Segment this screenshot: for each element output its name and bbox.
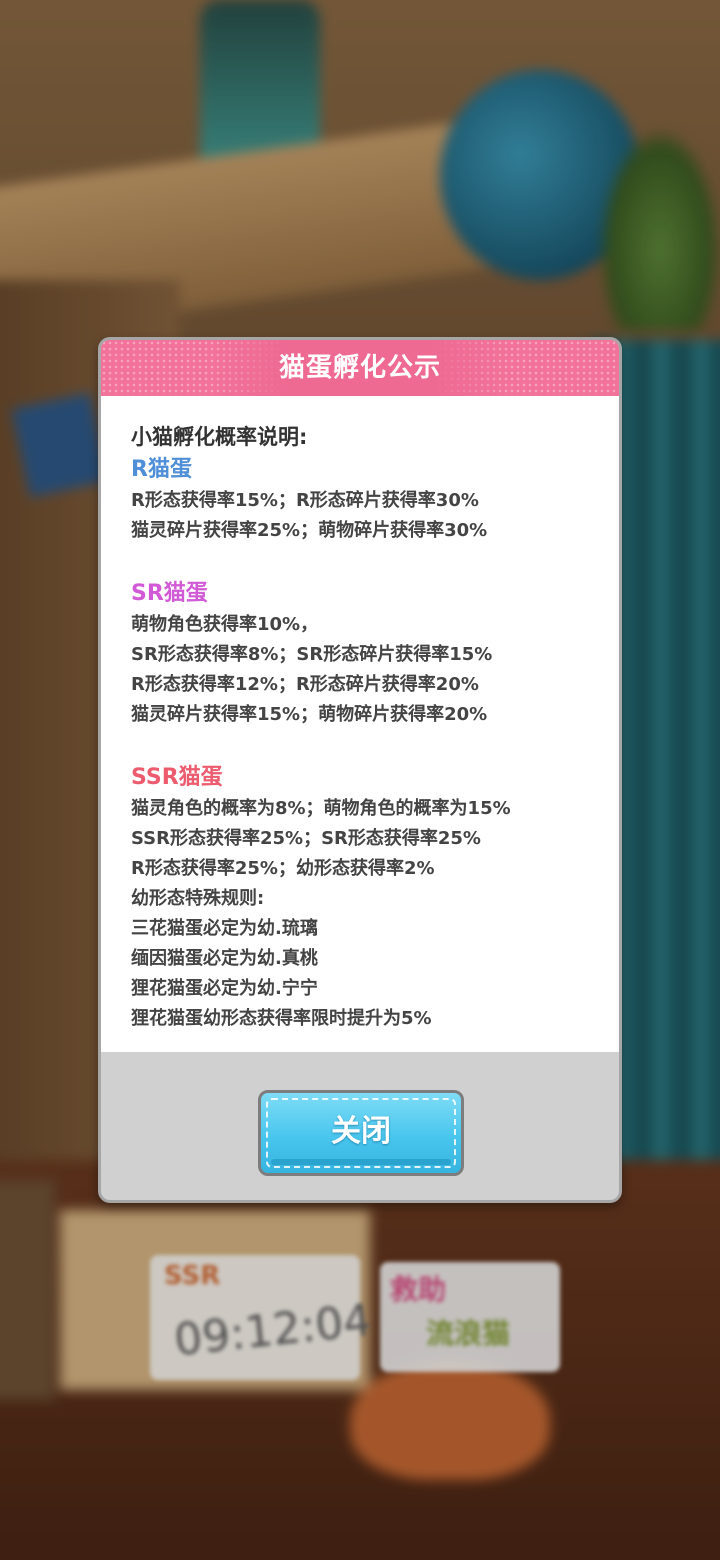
section-title-r: R猫蛋 [131, 457, 192, 482]
dialog-header: 猫蛋孵化公示 [101, 340, 619, 396]
section-line: 三花猫蛋必定为幼.琉璃 [131, 918, 318, 939]
section-title-ssr: SSR猫蛋 [131, 765, 223, 790]
probability-intro: 小猫孵化概率说明: [131, 425, 308, 449]
section-line: 猫灵碎片获得率25%；萌物碎片获得率30% [131, 520, 488, 541]
section-line: 猫灵碎片获得率15%；萌物碎片获得率20% [131, 704, 488, 725]
section-line: 幼形态特殊规则: [131, 888, 265, 909]
section-line: 萌物角色获得率10%， [131, 614, 319, 635]
section-line: 狸花猫蛋幼形态获得率限时提升为5% [131, 1008, 432, 1029]
section-sr-egg: SR猫蛋 萌物角色获得率10%， SR形态获得率8%；SR形态碎片获得率15% … [131, 578, 599, 730]
section-line: SSR形态获得率25%；SR形态获得率25% [131, 828, 481, 849]
section-line: 狸花猫蛋必定为幼.宁宁 [131, 978, 318, 999]
section-line: 缅因猫蛋必定为幼.真桃 [131, 948, 318, 969]
section-line: R形态获得率12%；R形态碎片获得率20% [131, 674, 479, 695]
section-line: R形态获得率25%；幼形态获得率2% [131, 858, 435, 879]
close-button-label: 关闭 [331, 1114, 391, 1149]
dialog-title: 猫蛋孵化公示 [278, 353, 441, 383]
hatch-notice-dialog: 猫蛋孵化公示 小猫孵化概率说明: R猫蛋 R形态获得率15%；R形态碎片获得率3… [98, 337, 622, 1203]
section-line: SR形态获得率8%；SR形态碎片获得率15% [131, 644, 493, 665]
close-button[interactable]: 关闭 [258, 1090, 464, 1176]
section-title-sr: SR猫蛋 [131, 581, 208, 606]
section-ssr-egg: SSR猫蛋 猫灵角色的概率为8%；萌物角色的概率为15% SSR形态获得率25%… [131, 762, 599, 1034]
dialog-body[interactable]: 小猫孵化概率说明: R猫蛋 R形态获得率15%；R形态碎片获得率30% 猫灵碎片… [101, 396, 619, 1052]
section-r-egg: R猫蛋 R形态获得率15%；R形态碎片获得率30% 猫灵碎片获得率25%；萌物碎… [131, 454, 599, 546]
section-line: R形态获得率15%；R形态碎片获得率30% [131, 490, 479, 511]
section-line: 猫灵角色的概率为8%；萌物角色的概率为15% [131, 798, 511, 819]
